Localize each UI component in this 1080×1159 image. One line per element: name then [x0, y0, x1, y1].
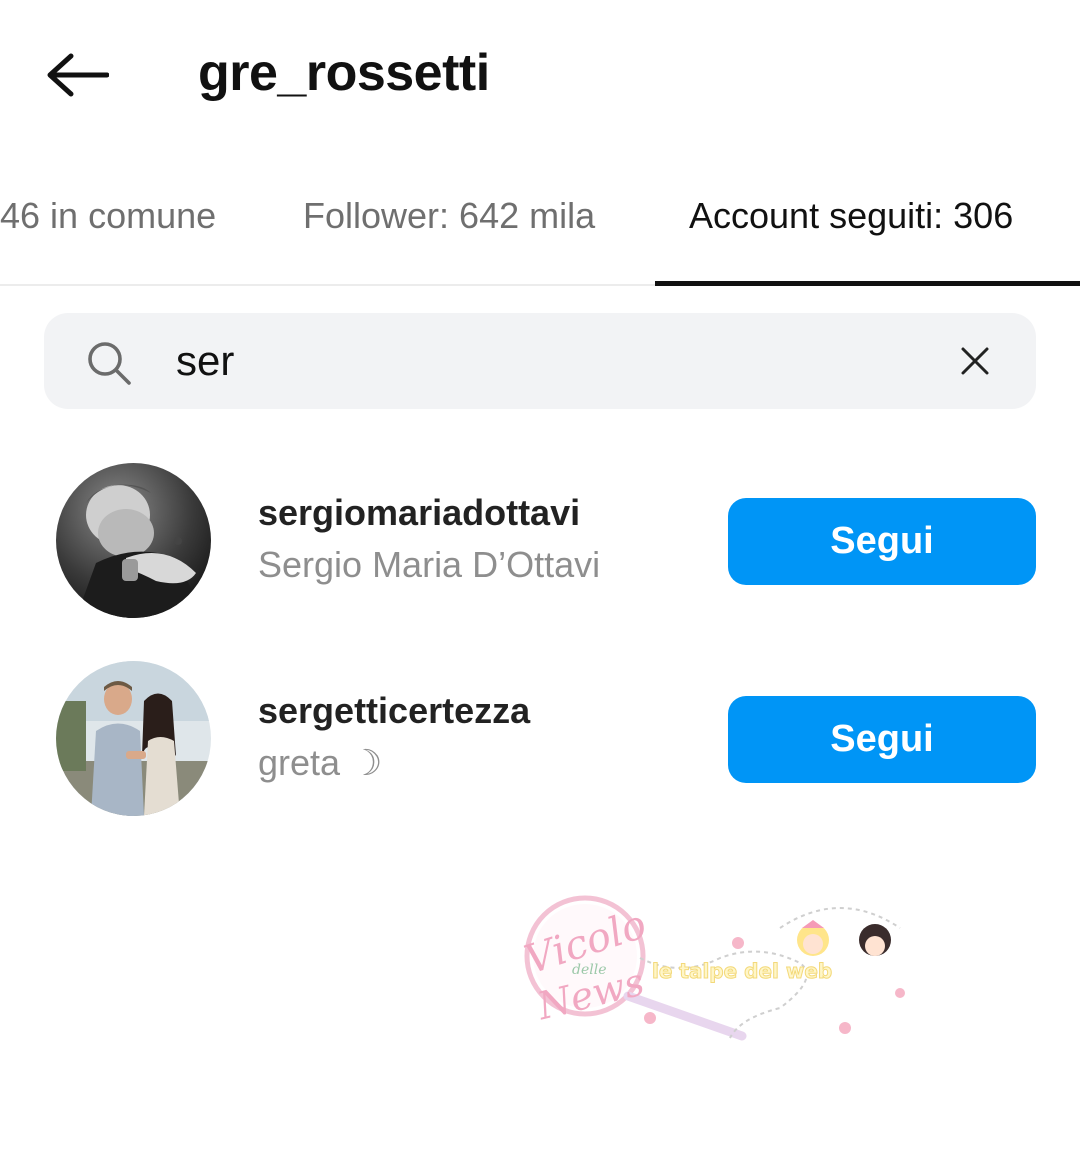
arrow-left-icon: [47, 53, 109, 97]
full-name: Sergio Maria D’Ottavi: [258, 544, 601, 585]
username[interactable]: sergiomariadottavi: [258, 491, 580, 535]
username[interactable]: sergetticertezza: [258, 689, 530, 733]
list-item: sergiomariadottavi Sergio Maria D’Ottavi…: [0, 457, 1080, 627]
avatar-photo-bw: [56, 463, 211, 618]
search-input[interactable]: [176, 330, 896, 392]
tab-bar: 46 in comune Follower: 642 mila Account …: [0, 180, 1080, 286]
avatar[interactable]: [56, 463, 211, 618]
list-item: sergetticertezza greta ☽ Segui: [0, 655, 1080, 825]
active-tab-indicator: [655, 281, 1080, 286]
svg-text:le talpe del web: le talpe del web: [652, 959, 832, 983]
page-title: gre_rossetti: [198, 44, 490, 102]
avatar-photo-color: [56, 661, 211, 816]
avatar[interactable]: [56, 661, 211, 816]
clear-search-button[interactable]: [952, 338, 998, 384]
back-button[interactable]: [38, 44, 116, 106]
tab-mutual[interactable]: 46 in comune: [0, 192, 216, 240]
close-icon: [961, 347, 989, 375]
tab-following[interactable]: Account seguiti: 306: [689, 192, 1013, 240]
search-icon: [88, 342, 131, 385]
header: gre_rossetti: [0, 0, 1080, 150]
follow-button[interactable]: Segui: [728, 498, 1036, 585]
watermark-logo: Vicolo delle News le talpe del web: [519, 895, 905, 1041]
tab-followers[interactable]: Follower: 642 mila: [303, 192, 595, 240]
follow-button[interactable]: Segui: [728, 696, 1036, 783]
full-name: greta ☽: [258, 742, 383, 783]
